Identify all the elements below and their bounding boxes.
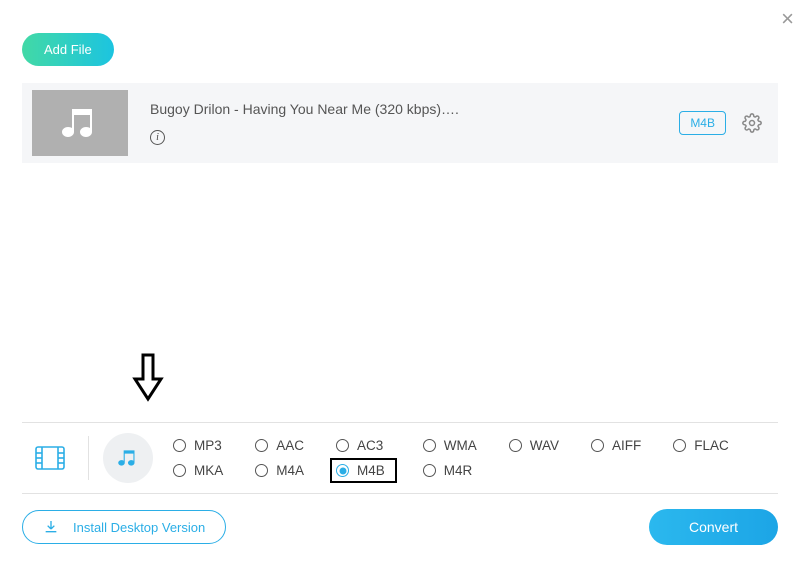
format-option-aac[interactable]: AAC (253, 437, 306, 454)
bottom-bar: Install Desktop Version Convert (22, 509, 778, 545)
format-option-flac[interactable]: FLAC (671, 437, 731, 454)
file-info: Bugoy Drilon - Having You Near Me (320 k… (150, 101, 679, 145)
file-thumbnail (32, 90, 128, 156)
install-desktop-button[interactable]: Install Desktop Version (22, 510, 226, 544)
format-label: M4B (357, 463, 385, 478)
add-file-button[interactable]: Add File (22, 33, 114, 66)
format-option-m4b[interactable]: M4B (330, 458, 397, 483)
format-option-mp3[interactable]: MP3 (171, 437, 225, 454)
format-option-m4a[interactable]: M4A (253, 462, 306, 479)
format-option-wma[interactable]: WMA (421, 437, 479, 454)
format-label: M4A (276, 463, 304, 478)
format-label: AAC (276, 438, 304, 453)
format-option-mka[interactable]: MKA (171, 462, 225, 479)
file-title: Bugoy Drilon - Having You Near Me (320 k… (150, 101, 679, 117)
format-option-ac3[interactable]: AC3 (334, 437, 393, 454)
divider (88, 436, 89, 480)
gear-icon[interactable] (742, 113, 762, 133)
format-badge[interactable]: M4B (679, 111, 726, 135)
convert-button[interactable]: Convert (649, 509, 778, 545)
format-label: WMA (444, 438, 477, 453)
format-label: AIFF (612, 438, 641, 453)
audio-format-icon[interactable] (103, 433, 153, 483)
format-option-m4r[interactable]: M4R (421, 462, 479, 479)
format-label: AC3 (357, 438, 383, 453)
format-label: WAV (530, 438, 559, 453)
format-label: FLAC (694, 438, 729, 453)
format-option-wav[interactable]: WAV (507, 437, 561, 454)
format-option-aiff[interactable]: AIFF (589, 437, 643, 454)
arrow-down-icon (130, 353, 166, 403)
file-row: Bugoy Drilon - Having You Near Me (320 k… (22, 83, 778, 163)
video-format-icon[interactable] (32, 440, 68, 476)
close-icon[interactable]: × (781, 8, 794, 30)
download-icon (43, 519, 59, 535)
format-label: M4R (444, 463, 473, 478)
format-grid: MP3 AAC AC3 WMA WAV AIFF FLAC MKA M4A M4… (171, 437, 731, 479)
format-label: MP3 (194, 438, 222, 453)
install-label: Install Desktop Version (73, 520, 205, 535)
info-icon[interactable]: i (150, 130, 165, 145)
format-section: MP3 AAC AC3 WMA WAV AIFF FLAC MKA M4A M4… (22, 422, 778, 494)
music-note-icon (56, 99, 104, 147)
format-label: MKA (194, 463, 223, 478)
